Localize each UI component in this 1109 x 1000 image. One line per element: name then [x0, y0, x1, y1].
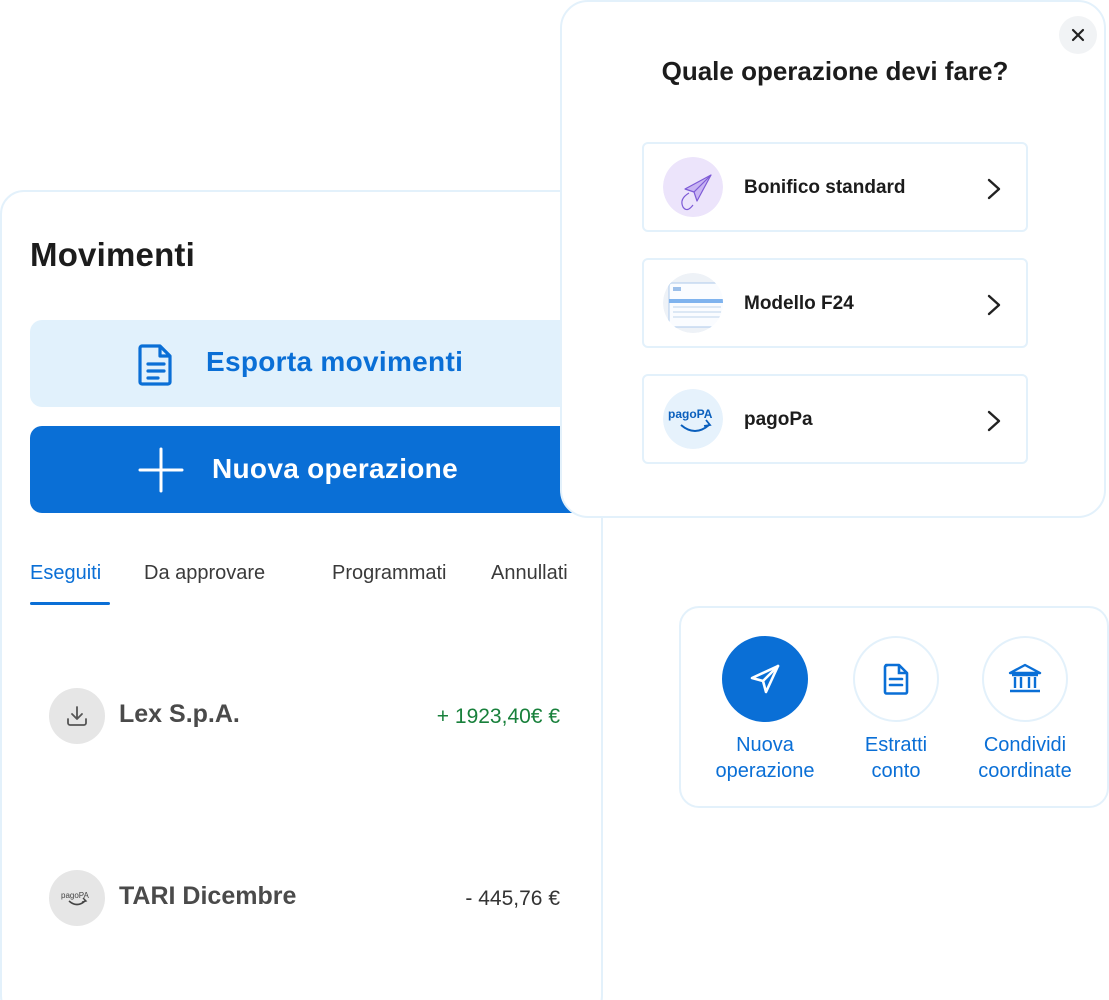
quick-action-nuova-operazione[interactable]: Nuova operazione — [695, 636, 835, 784]
page-title: Movimenti — [30, 236, 195, 273]
plus-icon — [138, 447, 184, 493]
transaction-name: TARI Dicembre — [119, 882, 297, 910]
close-button[interactable] — [1059, 16, 1097, 54]
chevron-right-icon — [984, 409, 1004, 433]
chevron-right-icon — [984, 293, 1004, 317]
quick-action-label: Condividi coordinate — [978, 734, 1072, 782]
send-icon — [722, 636, 808, 722]
transaction-name: Lex S.p.A. — [119, 700, 240, 728]
quick-action-condividi-coordinate[interactable]: Condividi coordinate — [955, 636, 1095, 784]
pagopa-logo-icon: pagoPA — [49, 870, 105, 926]
quick-actions-panel: Nuova operazione Estratti conto Condivid… — [679, 606, 1109, 808]
transaction-amount: + 1923,40€ € — [436, 705, 560, 728]
export-movements-label: Esporta movimenti — [206, 346, 464, 377]
tab-programmati[interactable]: Programmati — [332, 562, 446, 585]
tab-annullati[interactable]: Annullati — [491, 562, 568, 585]
active-tab-indicator — [30, 602, 110, 605]
modal-title: Quale operazione devi fare? — [661, 56, 1009, 86]
pagopa-logo-text: pagoPA — [668, 407, 713, 421]
bank-icon — [982, 636, 1068, 722]
quick-action-estratti-conto[interactable]: Estratti conto — [826, 636, 966, 784]
operation-modal: Quale operazione devi fare? Bonifico sta… — [560, 0, 1106, 518]
new-operation-button[interactable]: Nuova operazione — [30, 426, 590, 513]
option-pagopa[interactable]: pagoPA pagoPa — [642, 374, 1028, 464]
quick-action-label: Nuova operazione — [715, 734, 815, 782]
pagopa-logo-text: pagoPA — [61, 891, 90, 900]
tab-da-approvare[interactable]: Da approvare — [144, 562, 265, 585]
export-movements-button[interactable]: Esporta movimenti — [30, 320, 590, 407]
new-operation-label: Nuova operazione — [212, 453, 458, 484]
movimenti-card: Movimenti Esporta movimenti Nuova operaz… — [0, 190, 603, 1000]
option-modello-f24[interactable]: Modello F24 — [642, 258, 1028, 348]
document-icon — [136, 342, 176, 386]
list-item[interactable]: pagoPA TARI Dicembre - 445,76 € — [49, 870, 564, 930]
option-bonifico-standard[interactable]: Bonifico standard — [642, 142, 1028, 232]
pagopa-logo-icon: pagoPA — [663, 389, 723, 449]
close-icon — [1071, 28, 1085, 42]
chevron-right-icon — [984, 177, 1004, 201]
list-item[interactable]: Lex S.p.A. + 1923,40€ € — [49, 688, 564, 748]
document-icon — [853, 636, 939, 722]
tab-eseguiti[interactable]: Eseguiti — [30, 562, 101, 585]
movements-tabs: Eseguiti Da approvare Programmati Annull… — [30, 562, 590, 608]
f24-form-icon — [663, 273, 723, 333]
option-label: pagoPa — [744, 409, 813, 430]
paper-plane-icon — [663, 157, 723, 217]
option-label: Modello F24 — [744, 293, 854, 314]
transaction-amount: - 445,76 € — [465, 887, 560, 910]
option-label: Bonifico standard — [744, 177, 906, 198]
download-icon — [49, 688, 105, 744]
quick-action-label: Estratti conto — [864, 734, 928, 782]
